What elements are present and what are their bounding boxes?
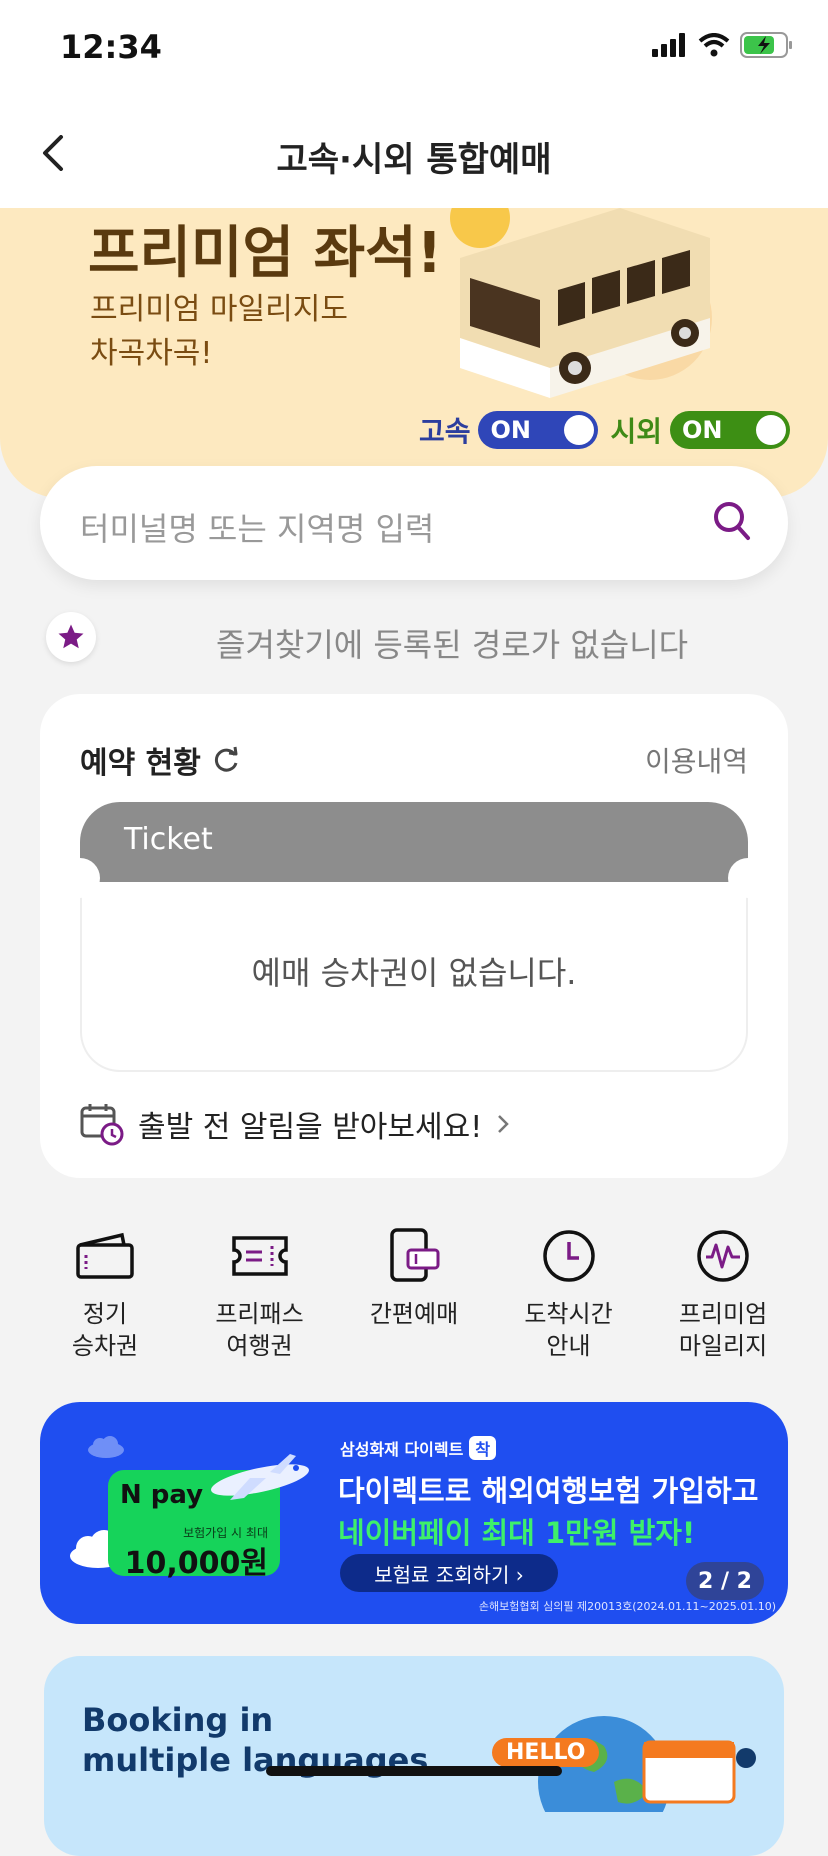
npay-logo: N pay: [120, 1480, 204, 1510]
multilingual-booking-card[interactable]: Booking in multiple languages HELLO: [44, 1656, 784, 1856]
banner-fine-print: 손해보험협회 심의필 제20013호(2024.01.11~2025.01.10…: [478, 1600, 776, 1613]
banner-brand-badge: 착: [469, 1436, 497, 1460]
cellular-signal-icon: [652, 33, 685, 57]
search-icon[interactable]: [712, 500, 752, 542]
intercity-toggle[interactable]: ON: [670, 411, 790, 449]
cloud-decoration: [88, 1436, 124, 1458]
npay-amount: 10,000원: [124, 1546, 268, 1581]
banner-subheadline: 네이버페이 최대 1만원 받자!: [338, 1516, 696, 1550]
quick-menu-arrival-time[interactable]: 도착시간 안내: [494, 1226, 644, 1366]
refresh-icon[interactable]: [211, 745, 241, 775]
quick-menu-label: 도착시간 안내: [524, 1300, 613, 1360]
banner-headline: 다이렉트로 해외여행보험 가입하고: [338, 1474, 759, 1508]
app-header: 고속·시외 통합예매: [0, 100, 828, 209]
hello-badge: HELLO: [492, 1738, 600, 1767]
hero-subtitle-line1: 프리미엄 마일리지도: [90, 292, 348, 327]
toggle-knob: [564, 415, 595, 445]
mileage-icon: [697, 1230, 749, 1282]
clock-icon: [542, 1230, 595, 1282]
quick-menu-freepass[interactable]: 프리패스 여행권: [185, 1226, 335, 1366]
express-toggle-state: ON: [490, 416, 531, 444]
quick-menu-quick-booking[interactable]: 간편예매: [339, 1226, 489, 1366]
intercity-toggle-label: 시외: [610, 415, 662, 448]
hero-subtitle-line2: 차곡차곡!: [90, 336, 213, 371]
quick-menu-commuter-pass[interactable]: 정기 승차권: [30, 1226, 180, 1366]
ticket-notch-right: [728, 858, 768, 898]
airplane-icon: [211, 1454, 309, 1500]
intercity-toggle-state: ON: [682, 416, 723, 444]
reservation-title: 예약 현황: [80, 738, 241, 782]
quick-menu-premium-mileage[interactable]: 프리미엄 마일리지: [648, 1226, 798, 1366]
favorites-empty-text: 즐겨찾기에 등록된 경로가 없습니다: [216, 626, 689, 664]
banner-brand: 삼성화재 다이렉트 착: [340, 1436, 497, 1460]
departure-alarm-link[interactable]: 출발 전 알림을 받아보세요!: [80, 1102, 510, 1146]
quick-menu-label: 정기 승차권: [71, 1300, 139, 1360]
toggle-knob: [756, 415, 786, 445]
ticket-icon: [231, 1236, 288, 1276]
ticket-empty-text: 예매 승차권이 없습니다.: [251, 954, 577, 992]
reservation-status-card: 예약 현황 이용내역 Ticket 예매 승차권이 없습니다. 출발 전 알림을…: [40, 694, 788, 1178]
star-icon: [58, 624, 84, 649]
quick-menu-label: 프리미엄 마일리지: [678, 1300, 768, 1360]
home-indicator[interactable]: [266, 1766, 562, 1776]
search-placeholder: 터미널명 또는 지역명 입력: [80, 510, 435, 548]
bus-illustration: [450, 208, 712, 398]
status-icons: [652, 32, 794, 58]
multilingual-title-line1: Booking in: [82, 1701, 274, 1739]
usage-history-link[interactable]: 이용내역: [645, 740, 748, 780]
page-title: 고속·시외 통합예매: [276, 140, 552, 180]
ticket-notch-left: [60, 858, 100, 898]
favorite-button[interactable]: [46, 612, 96, 662]
quick-menu-label: 간편예매: [369, 1300, 459, 1328]
hero-subtitle: 프리미엄 마일리지도 차곡차곡!: [90, 288, 348, 376]
route-type-toggles: 고속 ON 시외 ON: [419, 410, 790, 450]
quick-menu-label: 프리패스 여행권: [215, 1300, 304, 1360]
express-toggle[interactable]: ON: [478, 411, 599, 449]
premium-inquiry-button[interactable]: 보험료 조회하기 ›: [340, 1554, 558, 1592]
reservation-title-text: 예약 현황: [80, 746, 201, 781]
calendar-clock-icon: [80, 1104, 124, 1146]
ticket-header: Ticket: [80, 802, 748, 882]
hero-banner[interactable]: 프리미엄 좌석! 프리미엄 마일리지도 차곡차곡! 고속 ON 시외 ON: [0, 208, 828, 498]
alarm-text: 출발 전 알림을 받아보세요!: [138, 1110, 483, 1145]
chevron-right-icon: [498, 1115, 510, 1133]
wallet-icon: [76, 1232, 134, 1279]
hero-title: 프리미엄 좌석!: [88, 221, 443, 286]
insurance-promo-banner[interactable]: N pay 보험가입 시 최대 10,000원 삼성화재 다이렉트 착 다이렉트로…: [40, 1402, 788, 1624]
favorites-row: 즐겨찾기에 등록된 경로가 없습니다: [46, 612, 788, 664]
ticket-body: 예매 승차권이 없습니다.: [80, 882, 748, 1072]
banner-page-counter: 2 / 2: [686, 1562, 764, 1600]
terminal-search-input[interactable]: 터미널명 또는 지역명 입력: [40, 466, 788, 580]
express-toggle-label: 고속: [418, 415, 471, 448]
phone-ticket-icon: [390, 1228, 440, 1282]
ticket-label: Ticket: [124, 822, 213, 857]
status-bar: 12:34: [0, 0, 828, 100]
banner-brand-text: 삼성화재 다이렉트: [340, 1440, 464, 1459]
wifi-icon: [698, 33, 730, 57]
status-time: 12:34: [60, 28, 162, 66]
battery-charging-icon: [740, 32, 792, 58]
quick-menu: 정기 승차권 프리패스 여행권 간편예매 도착시간 안내 프리미엄 마일리지: [30, 1226, 798, 1366]
